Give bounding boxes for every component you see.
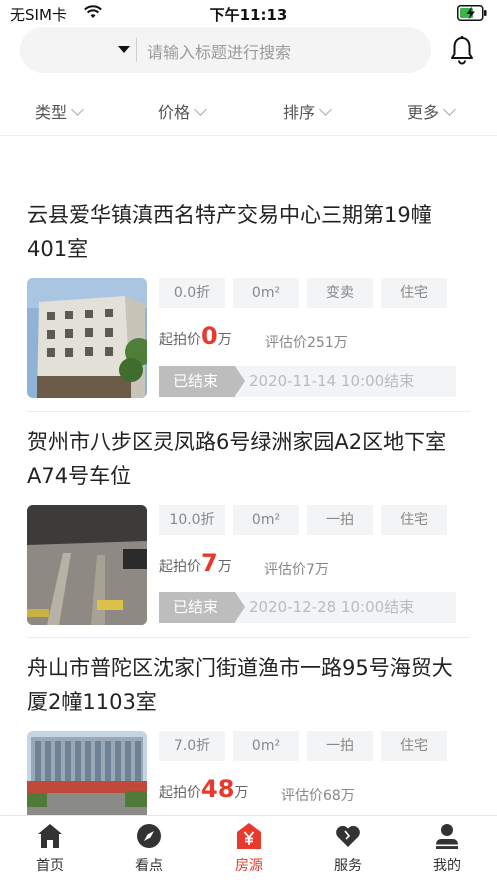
clock: 下午11:13 <box>209 6 288 24</box>
filter-bar: 类型 价格 排序 更多 <box>0 90 497 136</box>
start-price-label: 起拍价 <box>159 332 201 348</box>
tab-label: 我的 <box>433 858 461 874</box>
evaluation-price: 评估价68万 <box>281 788 355 804</box>
tab-label: 服务 <box>334 858 362 874</box>
tag-area: 0m² <box>233 731 299 761</box>
listing-title[interactable]: 舟山市普陀区沈家门街道渔市一路95号海贸大厦2幢1103室 <box>27 651 470 719</box>
heart-icon <box>336 825 360 847</box>
tag-category: 住宅 <box>381 505 447 535</box>
end-time: 2020-11-14 10:00结束 <box>249 372 415 390</box>
house-yen-icon <box>237 823 261 849</box>
start-price-unit: 万 <box>217 332 232 348</box>
filter-more[interactable]: 更多 <box>407 99 456 123</box>
tag-round: 一拍 <box>307 731 373 761</box>
tab-home[interactable]: 首页 <box>15 822 85 875</box>
tab-profile[interactable]: 我的 <box>412 822 482 875</box>
listing-divider <box>27 637 470 638</box>
tag-area: 0m² <box>233 505 299 535</box>
chevron-down-icon <box>71 103 84 116</box>
listing-photo[interactable] <box>27 731 147 815</box>
search-input[interactable]: 请输入标题进行搜索 <box>147 39 291 63</box>
filter-sort[interactable]: 排序 <box>283 99 332 123</box>
chevron-down-icon <box>194 103 207 116</box>
filter-label: 类型 <box>35 103 68 122</box>
start-price: 起拍价48万 <box>159 775 248 803</box>
start-price-label: 起拍价 <box>159 785 201 801</box>
listing-card[interactable]: 贺州市八步区灵凤路6号绿洲家园A2区地下室A74号车位 <box>27 425 470 493</box>
listing-card[interactable]: 云县爱华镇滇西名特产交易中心三期第19幢401室 <box>27 198 470 266</box>
listing-photo[interactable] <box>27 505 147 625</box>
listing-title[interactable]: 贺州市八步区灵凤路6号绿洲家园A2区地下室A74号车位 <box>27 425 470 493</box>
chevron-down-icon[interactable] <box>118 46 130 53</box>
auction-status-row: 已结束 2020-11-14 10:00结束 <box>159 366 456 397</box>
evaluation-price: 评估价7万 <box>264 562 329 578</box>
filter-price[interactable]: 价格 <box>158 99 207 123</box>
listing-title[interactable]: 云县爱华镇滇西名特产交易中心三期第19幢401室 <box>27 198 470 266</box>
status-badge: 已结束 <box>159 366 245 397</box>
tab-services[interactable]: 服务 <box>313 822 383 875</box>
tab-label: 房源 <box>235 858 263 874</box>
filter-label: 排序 <box>283 103 316 122</box>
tag-round: 变卖 <box>307 278 373 308</box>
start-price-label: 起拍价 <box>159 559 201 575</box>
status-badge: 已结束 <box>159 592 245 623</box>
tag-area: 0m² <box>233 278 299 308</box>
chevron-down-icon <box>319 103 332 116</box>
filter-type[interactable]: 类型 <box>35 99 84 123</box>
status-bar: 无SIM卡 下午11:13 <box>0 0 497 28</box>
tag-category: 住宅 <box>381 278 447 308</box>
auction-status-row: 已结束 2020-12-28 10:00结束 <box>159 592 456 623</box>
compass-icon <box>137 824 161 848</box>
tag-category: 住宅 <box>381 731 447 761</box>
end-time: 2020-12-28 10:00结束 <box>249 598 415 616</box>
search-bar[interactable]: 请输入标题进行搜索 <box>20 27 431 73</box>
filter-label: 价格 <box>158 103 191 122</box>
evaluation-price: 评估价251万 <box>265 335 348 351</box>
chevron-down-icon <box>443 103 456 116</box>
tag-discount: 7.0折 <box>159 731 225 761</box>
tag-round: 一拍 <box>307 505 373 535</box>
filter-label: 更多 <box>407 103 440 122</box>
tab-highlights[interactable]: 看点 <box>114 822 184 875</box>
listing-photo[interactable] <box>27 278 147 398</box>
tag-discount: 10.0折 <box>159 505 225 535</box>
start-price-value: 48 <box>201 775 235 803</box>
battery-charging-icon <box>457 5 487 21</box>
bell-icon[interactable] <box>449 35 475 65</box>
search-divider <box>136 38 137 62</box>
start-price: 起拍价0万 <box>159 322 232 350</box>
start-price: 起拍价7万 <box>159 549 232 577</box>
start-price-value: 7 <box>201 549 218 577</box>
listing-divider <box>27 411 470 412</box>
listing-card[interactable]: 舟山市普陀区沈家门街道渔市一路95号海贸大厦2幢1103室 <box>27 651 470 719</box>
start-price-unit: 万 <box>217 559 232 575</box>
home-icon <box>38 824 62 848</box>
tab-listings[interactable]: 房源 <box>214 822 284 875</box>
tag-discount: 0.0折 <box>159 278 225 308</box>
person-icon <box>436 824 458 849</box>
tab-label: 首页 <box>36 858 64 874</box>
start-price-value: 0 <box>201 322 218 350</box>
start-price-unit: 万 <box>234 785 249 801</box>
tab-bar: 首页 看点 房源 服务 我的 <box>0 815 497 883</box>
tab-label: 看点 <box>135 858 163 874</box>
